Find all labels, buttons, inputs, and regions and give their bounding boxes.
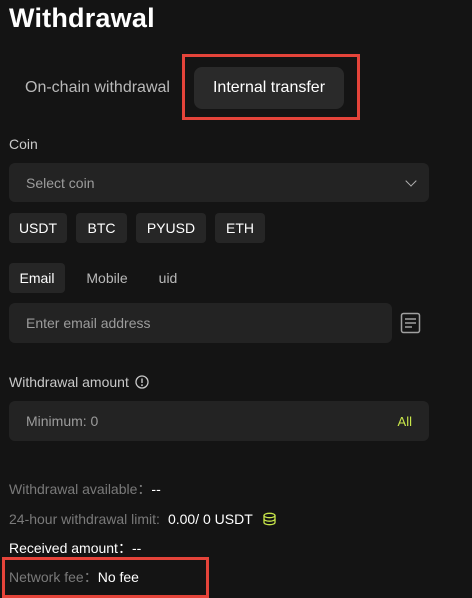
tab-internal-transfer[interactable]: Internal transfer xyxy=(194,67,344,109)
withdrawal-amount-field[interactable]: Minimum: 0 All xyxy=(9,401,429,441)
info-icon[interactable] xyxy=(135,375,149,389)
page-title: Withdrawal xyxy=(9,3,155,33)
coin-select-placeholder: Select coin xyxy=(26,174,95,191)
withdrawal-available-row: Withdrawal available： -- xyxy=(9,480,161,498)
withdrawal-limit-row: 24-hour withdrawal limit: 0.00/ 0 USDT xyxy=(9,510,277,528)
received-amount-label: Received amount： xyxy=(9,540,132,556)
amount-input[interactable]: Minimum: 0 xyxy=(26,413,398,429)
method-tab-mobile[interactable]: Mobile xyxy=(77,263,137,293)
withdrawal-page: Withdrawal On-chain withdrawal Internal … xyxy=(0,0,472,598)
network-fee-label: Network fee： xyxy=(9,569,98,585)
email-input[interactable]: Enter email address xyxy=(9,303,392,343)
withdrawal-limit-value: 0.00/ 0 USDT xyxy=(167,511,253,527)
withdrawal-amount-label: Withdrawal amount xyxy=(9,374,129,390)
address-book-icon[interactable] xyxy=(400,312,421,334)
withdrawal-amount-label-row: Withdrawal amount xyxy=(9,373,149,391)
received-amount-value: -- xyxy=(131,540,142,556)
coin-select[interactable]: Select coin xyxy=(9,163,429,202)
coin-chip-usdt[interactable]: USDT xyxy=(9,213,67,243)
coin-chip-pyusd[interactable]: PYUSD xyxy=(136,213,206,243)
withdrawal-limit-label: 24-hour withdrawal limit: xyxy=(9,511,160,527)
withdrawal-available-label: Withdrawal available： xyxy=(9,481,152,497)
network-fee-value: No fee xyxy=(97,569,139,585)
all-button[interactable]: All xyxy=(398,414,412,429)
tab-onchain-withdrawal[interactable]: On-chain withdrawal xyxy=(25,78,170,98)
coin-label: Coin xyxy=(9,136,38,152)
coin-stack-icon[interactable] xyxy=(262,512,277,527)
coin-chip-btc[interactable]: BTC xyxy=(76,213,127,243)
received-amount-row: Received amount： -- xyxy=(9,539,141,557)
method-tab-uid[interactable]: uid xyxy=(150,263,186,293)
network-fee-row: Network fee： No fee xyxy=(9,568,139,586)
method-tab-email[interactable]: Email xyxy=(9,263,65,293)
chevron-down-icon xyxy=(405,174,417,187)
withdrawal-available-value: -- xyxy=(151,481,161,497)
coin-chip-eth[interactable]: ETH xyxy=(215,213,265,243)
